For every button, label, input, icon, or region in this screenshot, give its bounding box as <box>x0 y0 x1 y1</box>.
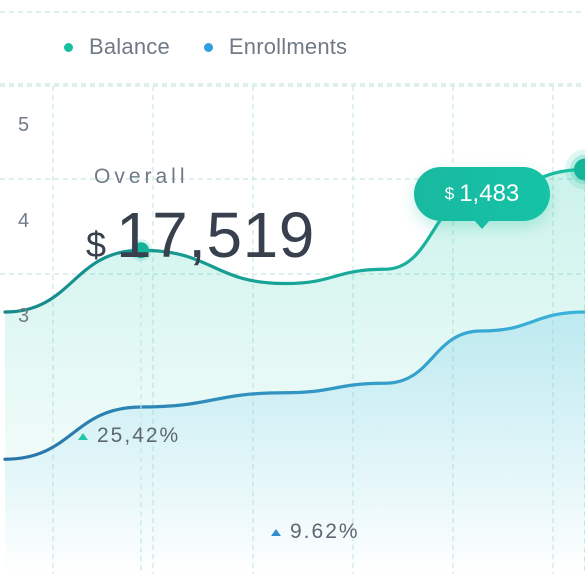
tooltip-currency: $ <box>444 184 455 203</box>
up-triangle-icon <box>78 432 88 440</box>
chart-canvas: Balance Enrollments 5 4 3 Overall $ 17,5… <box>0 0 585 574</box>
y-tick-label: 5 <box>18 114 30 136</box>
legend-label-balance: Balance <box>89 34 170 59</box>
overall-currency: $ <box>86 224 107 265</box>
chart-legend: Balance Enrollments <box>64 34 347 60</box>
up-triangle-icon <box>271 528 281 536</box>
overall-label: Overall <box>94 165 189 188</box>
legend-dot-balance-icon <box>64 42 73 52</box>
legend-item-enrollments[interactable]: Enrollments <box>203 34 348 60</box>
y-tick-label: 3 <box>18 305 30 327</box>
enrollments-change-value: 9.62% <box>290 520 360 543</box>
enrollments-change-badge: 9.62% <box>271 520 360 544</box>
y-tick-label: 4 <box>18 210 30 232</box>
legend-item-balance[interactable]: Balance <box>64 34 170 60</box>
tooltip-value: 1,483 <box>459 180 520 207</box>
legend-dot-enrollments-icon <box>203 42 213 52</box>
balance-change-value: 25,42% <box>97 424 181 447</box>
value-tooltip: $ 1,483 <box>414 167 550 229</box>
balance-change-badge: 25,42% <box>78 424 180 448</box>
overall-amount: 17,519 <box>116 199 315 271</box>
chart-plot <box>0 11 585 574</box>
overall-value: $ 17,519 <box>86 198 315 272</box>
legend-label-enrollments: Enrollments <box>228 34 348 59</box>
